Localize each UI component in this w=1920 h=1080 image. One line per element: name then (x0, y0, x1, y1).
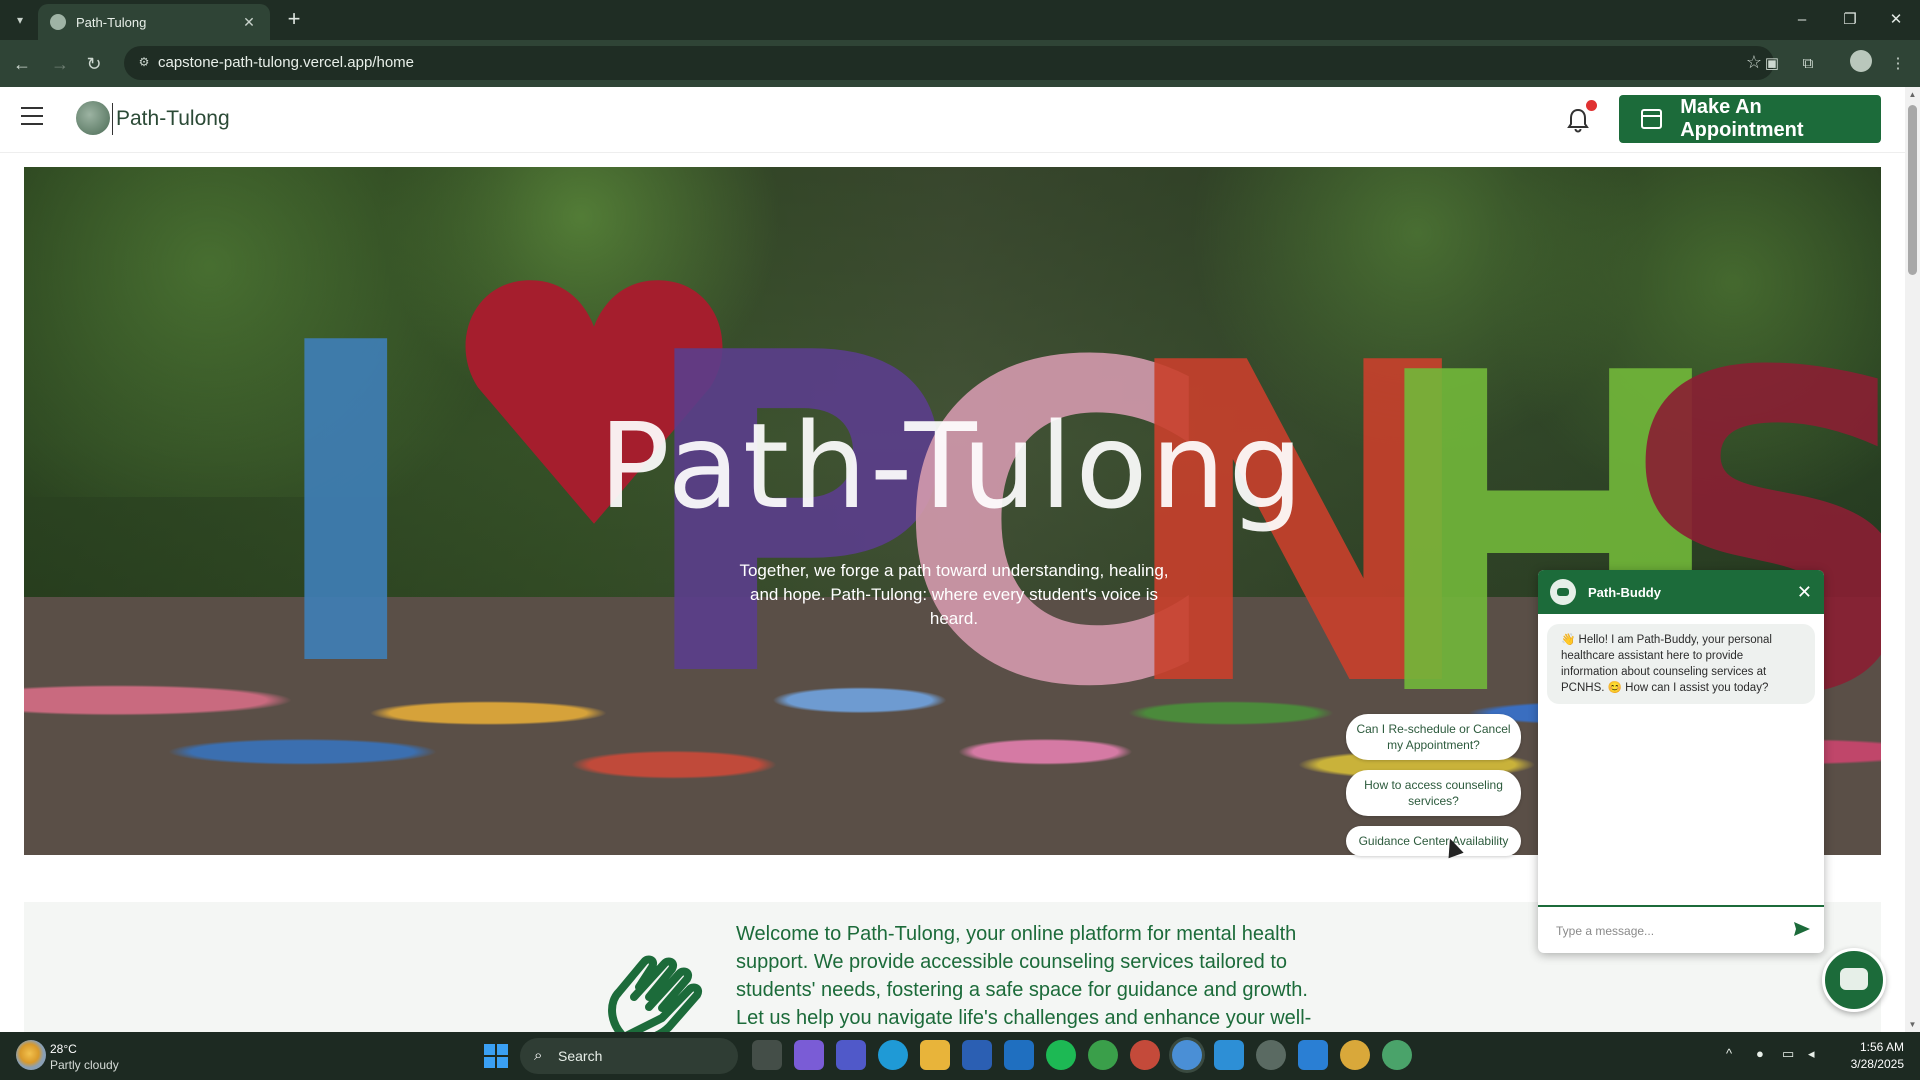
network-icon[interactable]: ▭ (1782, 1046, 1794, 1062)
restore-icon[interactable]: ❐ (1830, 6, 1870, 34)
bot-message: 👋 Hello! I am Path-Buddy, your personal … (1547, 624, 1815, 704)
taskbar-search[interactable]: ⌕ Search (520, 1038, 738, 1074)
scroll-up-icon[interactable]: ▲ (1908, 90, 1917, 99)
chat-close-icon[interactable]: ✕ (1797, 582, 1812, 603)
site-header: Path-Tulong Make An Appointment (0, 87, 1905, 153)
forward-icon[interactable]: → (46, 50, 74, 78)
vscode-icon[interactable] (1298, 1040, 1328, 1070)
reload-icon[interactable]: ↻ (80, 50, 108, 78)
minimize-icon[interactable]: – (1782, 6, 1822, 34)
windows-start-icon[interactable] (484, 1044, 508, 1068)
chrome-beta-icon[interactable] (1382, 1040, 1412, 1070)
chrome-profile-icon[interactable] (1130, 1040, 1160, 1070)
clock-time[interactable]: 1:56 AM (1850, 1040, 1904, 1054)
outlook-icon[interactable] (1004, 1040, 1034, 1070)
windows-taskbar: 28°C Partly cloudy ⌕ Search ^ ● ▭ ◂ 1:56… (0, 1032, 1920, 1080)
scroll-thumb[interactable] (1908, 105, 1917, 275)
waving-hands-icon (608, 955, 702, 1032)
url-text[interactable]: capstone-path-tulong.vercel.app/home (158, 54, 414, 71)
brand-name[interactable]: Path-Tulong (116, 107, 230, 131)
tab-search-icon[interactable]: ▾ (8, 8, 32, 32)
search-icon: ⌕ (534, 1047, 543, 1064)
site-logo[interactable] (76, 101, 110, 135)
browser-tab[interactable]: Path-Tulong ✕ (38, 4, 270, 40)
spotify-icon[interactable] (1046, 1040, 1076, 1070)
tab-close-icon[interactable]: ✕ (240, 14, 258, 31)
github-icon[interactable] (1256, 1040, 1286, 1070)
copilot-icon[interactable] (794, 1040, 824, 1070)
taskbar-search-label: Search (558, 1048, 603, 1064)
chatbot-toggle-button[interactable] (1822, 948, 1886, 1012)
chrome-icon[interactable] (1088, 1040, 1118, 1070)
task-view-icon[interactable] (752, 1040, 782, 1070)
chrome-canary-icon[interactable] (1340, 1040, 1370, 1070)
welcome-text: Welcome to Path-Tulong, your online plat… (736, 923, 1312, 1029)
hero-subtitle: Together, we forge a path toward underst… (739, 561, 1169, 628)
address-bar[interactable]: ⚙ capstone-path-tulong.vercel.app/home ☆ (124, 46, 1774, 80)
site-info-icon[interactable]: ⚙ (136, 55, 152, 71)
chat-header: Path-Buddy ✕ (1538, 570, 1824, 614)
chat-suggestion-button[interactable]: Guidance Center Availability (1346, 826, 1521, 856)
send-icon[interactable] (1792, 919, 1812, 939)
scroll-down-icon[interactable]: ▼ (1908, 1020, 1917, 1029)
hero-title: Path-Tulong (598, 397, 1307, 535)
close-window-icon[interactable]: ✕ (1876, 6, 1916, 34)
teams-icon[interactable] (836, 1040, 866, 1070)
extensions-icon[interactable]: ⧉ (1796, 52, 1820, 76)
back-icon[interactable]: ← (8, 50, 36, 78)
tray-chevron-icon[interactable]: ^ (1726, 1046, 1732, 1061)
new-tab-button[interactable]: + (282, 8, 306, 32)
make-appointment-button[interactable]: Make An Appointment (1619, 95, 1881, 143)
notification-badge (1586, 100, 1597, 111)
browser-tab-strip: ▾ Path-Tulong ✕ + – ❐ ✕ (0, 0, 1920, 40)
chat-suggestion-button[interactable]: How to access counseling services? (1346, 770, 1521, 816)
notification-bell-icon[interactable] (1566, 107, 1590, 133)
edge-icon[interactable] (878, 1040, 908, 1070)
make-appointment-label: Make An Appointment (1680, 96, 1804, 141)
split-view-icon[interactable]: ▣ (1760, 52, 1784, 76)
logo-divider (112, 103, 113, 135)
chat-input-area (1538, 905, 1824, 953)
page-scrollbar[interactable]: ▲ ▼ (1905, 87, 1920, 1032)
calendar-icon (1641, 109, 1663, 129)
chat-suggestion-button[interactable]: Can I Re-schedule or Cancel my Appointme… (1346, 714, 1521, 760)
clock-date[interactable]: 3/28/2025 (1840, 1057, 1904, 1071)
bot-avatar-icon (1550, 579, 1576, 605)
chat-message-input[interactable] (1556, 921, 1776, 941)
chat-title: Path-Buddy (1588, 584, 1661, 600)
notepad-icon[interactable] (1214, 1040, 1244, 1070)
chrome-active-icon[interactable] (1172, 1040, 1202, 1070)
file-explorer-icon[interactable] (920, 1040, 950, 1070)
microphone-icon[interactable]: ● (1756, 1046, 1764, 1061)
volume-icon[interactable]: ◂ (1808, 1046, 1815, 1062)
tab-favicon-icon (50, 14, 66, 30)
weather-condition[interactable]: Partly cloudy (50, 1058, 119, 1072)
chat-window: Path-Buddy ✕ 👋 Hello! I am Path-Buddy, y… (1538, 570, 1824, 953)
weather-temperature[interactable]: 28°C (50, 1042, 77, 1056)
menu-dots-icon[interactable]: ⋮ (1886, 52, 1910, 76)
word-icon[interactable] (962, 1040, 992, 1070)
weather-icon[interactable] (16, 1040, 46, 1070)
browser-toolbar: ← → ↻ ⚙ capstone-path-tulong.vercel.app/… (0, 40, 1920, 87)
hamburger-menu-icon[interactable] (21, 107, 43, 125)
profile-avatar[interactable] (1850, 50, 1872, 72)
tab-title: Path-Tulong (76, 14, 147, 30)
